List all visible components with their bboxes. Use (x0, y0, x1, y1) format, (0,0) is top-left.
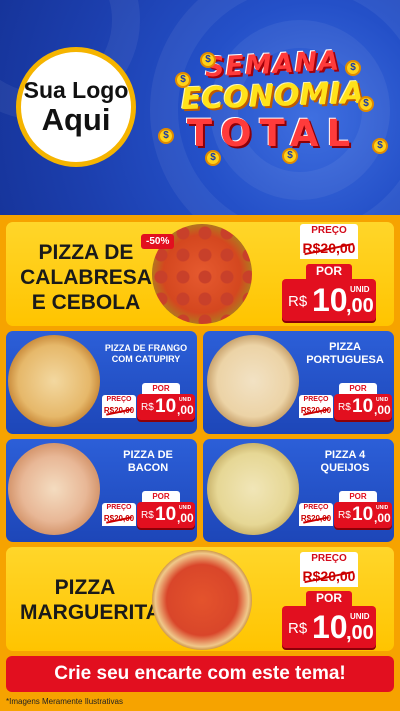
create-flyer-cta-button[interactable]: Crie seu encarte com este tema! (6, 656, 394, 692)
currency: R$ (288, 620, 308, 637)
currency: R$ (288, 293, 308, 310)
discount-badge: -50% (141, 234, 175, 249)
price-cents: ,00 (374, 511, 391, 525)
pizza-marguerita-image (152, 550, 252, 650)
pizza-portuguesa-image (207, 335, 299, 427)
coin-icon: $ (372, 138, 388, 154)
illustrative-images-disclaimer: *Imagens Meramente Ilustrativas (6, 697, 123, 706)
product-name-line: PORTUGUESA (306, 354, 384, 366)
price-cents: ,00 (177, 511, 194, 525)
price-cents: ,00 (346, 622, 374, 644)
logo-text-line1: Sua Logo (23, 77, 129, 103)
product-name: PIZZA MARGUERITA (20, 575, 161, 625)
product-name-line: E CEBOLA (31, 291, 141, 314)
grid-card-bacon[interactable]: PIZZA DE BACON POR PREÇO R$20,00 R$ 10 U… (6, 439, 197, 542)
price-cents: ,00 (346, 295, 374, 317)
por-label: POR (142, 383, 180, 394)
featured-card-marguerita[interactable]: PIZZA MARGUERITA PREÇO R$20,00 POR R$ 10… (6, 547, 394, 651)
grid-card-4-queijos[interactable]: PIZZA 4 QUEIJOS POR PREÇO R$20,00 R$ 10 … (203, 439, 394, 542)
old-price: R$20,00 (299, 404, 333, 418)
coin-icon: $ (205, 150, 221, 166)
old-price: R$20,00 (300, 565, 358, 587)
new-price: R$ 10 UNID ,00 (282, 279, 376, 321)
product-name-line: PIZZA 4 (324, 449, 366, 461)
new-price: R$ 10 UNID ,00 (334, 502, 392, 528)
product-name-line: PIZZA DE (38, 241, 134, 264)
flyer: Sua Logo Aqui SEMANA ECONOMIA TOTAL $ $ … (0, 0, 400, 711)
currency: R$ (141, 402, 154, 413)
product-name: PIZZA 4 QUEIJOS (299, 449, 391, 475)
grid-card-frango[interactable]: PIZZA DE FRANGO COM CATUPIRY POR PREÇO R… (6, 331, 197, 434)
pizza-4-queijos-image (207, 443, 299, 535)
coin-icon: $ (200, 52, 216, 68)
price-integer: 10 (155, 396, 177, 417)
product-name-line: BACON (127, 462, 169, 474)
product-name-line: PIZZA (54, 576, 116, 599)
por-label: POR (306, 264, 352, 279)
new-price: R$ 10 UNID ,00 (137, 394, 195, 420)
product-name-line: MARGUERITA (20, 601, 161, 624)
product-name-line: QUEIJOS (320, 462, 370, 474)
price-integer: 10 (352, 504, 374, 525)
price-integer: 10 (155, 504, 177, 525)
product-name: PIZZA DE FRANGO COM CATUPIRY (98, 343, 194, 365)
price-label: PREÇO (299, 503, 333, 512)
old-price: R$20,00 (300, 237, 358, 259)
por-label: POR (306, 591, 352, 606)
pizza-bacon-image (8, 443, 100, 535)
coin-icon: $ (282, 148, 298, 164)
pizza-frango-image (8, 335, 100, 427)
logo-text-line2: Aqui (41, 102, 111, 137)
old-price: R$20,00 (102, 404, 136, 418)
price-label: PREÇO (300, 224, 358, 237)
currency: R$ (141, 510, 154, 521)
por-label: POR (142, 491, 180, 502)
product-name-line: COM CATUPIRY (111, 354, 181, 364)
price-cents: ,00 (177, 403, 194, 417)
product-name-line: PIZZA DE (123, 449, 173, 461)
price-label: PREÇO (300, 552, 358, 565)
title-line-total: TOTAL (186, 112, 359, 155)
header-banner: Sua Logo Aqui SEMANA ECONOMIA TOTAL $ $ … (0, 0, 400, 215)
price-integer: 10 (312, 282, 348, 318)
coin-icon: $ (175, 72, 191, 88)
por-label: POR (339, 383, 377, 394)
price-label: PREÇO (299, 395, 333, 404)
product-name: PIZZA DE CALABRESA E CEBOLA (16, 240, 156, 315)
product-name: PIZZA DE BACON (102, 449, 194, 475)
coin-icon: $ (345, 60, 361, 76)
featured-card-calabresa[interactable]: PIZZA DE CALABRESA E CEBOLA -50% PREÇO R… (6, 222, 394, 326)
unit-label: UNID (350, 285, 370, 294)
por-label: POR (339, 491, 377, 502)
currency: R$ (338, 510, 351, 521)
coin-icon: $ (158, 128, 174, 144)
price-integer: 10 (352, 396, 374, 417)
currency: R$ (338, 402, 351, 413)
product-name-line: PIZZA DE FRANGO (104, 343, 188, 353)
price-label: PREÇO (102, 395, 136, 404)
new-price: R$ 10 UNID ,00 (334, 394, 392, 420)
grid-card-portuguesa[interactable]: PIZZA PORTUGUESA POR PREÇO R$20,00 R$ 10… (203, 331, 394, 434)
product-name-line: PIZZA (329, 341, 361, 353)
coin-icon: $ (358, 96, 374, 112)
price-integer: 10 (312, 609, 348, 645)
unit-label: UNID (350, 612, 370, 621)
logo-placeholder[interactable]: Sua Logo Aqui (16, 47, 136, 167)
old-price: R$20,00 (299, 512, 333, 526)
old-price: R$20,00 (102, 512, 136, 526)
price-cents: ,00 (374, 403, 391, 417)
product-name: PIZZA PORTUGUESA (299, 341, 391, 367)
new-price: R$ 10 UNID ,00 (282, 606, 376, 648)
price-label: PREÇO (102, 503, 136, 512)
new-price: R$ 10 UNID ,00 (137, 502, 195, 528)
product-name-line: CALABRESA (20, 266, 152, 289)
